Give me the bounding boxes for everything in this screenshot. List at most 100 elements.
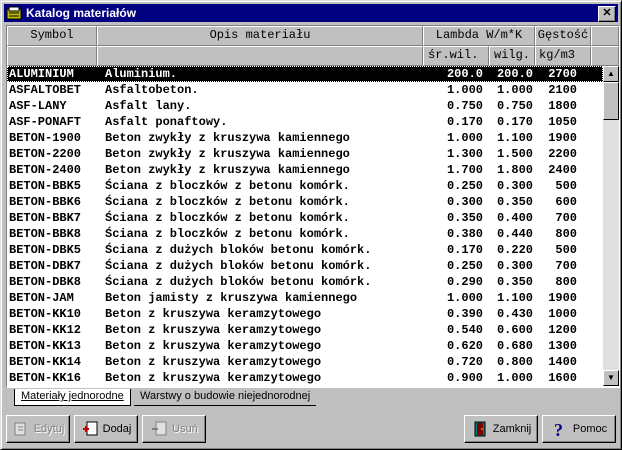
materials-grid[interactable]: Symbol Opis materiału Lambda W/m*K Gęsto…	[6, 25, 620, 388]
table-row[interactable]: ALUMINIUM Aluminium. 200.0 200.0 2700	[7, 66, 603, 82]
subheader-symbol	[7, 46, 97, 66]
table-row[interactable]: ASFALTOBET Asfaltobeton. 1.000 1.000 2100	[7, 82, 603, 98]
door-icon	[474, 421, 486, 437]
cell-lambda-sr: 0.620	[446, 339, 483, 353]
delete-label: Usuń	[172, 423, 198, 435]
cell-lambda-sr: 0.350	[446, 211, 483, 225]
scroll-thumb[interactable]	[603, 82, 619, 120]
cell-lambda-sr: 0.540	[446, 323, 483, 337]
cell-symbol: BETON-BBK7	[9, 211, 82, 225]
cell-gestosc: 700	[555, 259, 577, 273]
cell-gestosc: 2400	[548, 163, 577, 177]
table-row[interactable]: BETON-KK16 Beton z kruszywa keramzytowego…	[7, 370, 603, 386]
cell-symbol: ASF-LANY	[9, 99, 67, 113]
cell-opis: Aluminium.	[105, 67, 178, 81]
cell-lambda-wilg: 0.600	[496, 323, 533, 337]
cell-lambda-sr: 0.250	[446, 259, 483, 273]
cell-gestosc: 2100	[548, 83, 577, 97]
cell-lambda-sr: 1.000	[446, 291, 483, 305]
table-row[interactable]: BETON-KK14 Beton z kruszywa keramzytowego…	[7, 354, 603, 370]
table-row[interactable]: BETON-KK12 Beton z kruszywa keramzytowego…	[7, 322, 603, 338]
column-header-opis[interactable]: Opis materiału	[97, 26, 423, 46]
table-row[interactable]: BETON-BBK7 Ściana z bloczków z betonu kom…	[7, 210, 603, 226]
cell-lambda-wilg: 0.400	[496, 211, 533, 225]
table-row[interactable]: BETON-2200 Beton zwykły z kruszywa kamien…	[7, 146, 603, 162]
subheader-gestosc-unit: kg/m3	[535, 46, 591, 66]
cell-symbol: BETON-BBK5	[9, 179, 82, 193]
cell-opis: Beton z kruszywa keramzytowego	[105, 307, 322, 321]
edit-icon	[14, 422, 26, 436]
cell-symbol: BETON-KK16	[9, 371, 82, 385]
cell-lambda-sr: 0.380	[446, 227, 483, 241]
cell-symbol: BETON-KK10	[9, 307, 82, 321]
cell-opis: Ściana z bloczków z betonu komórk.	[105, 227, 350, 241]
close-label: Zamknij	[492, 423, 532, 435]
cell-lambda-sr: 0.390	[446, 307, 483, 321]
subheader-lambda-sr: śr.wil.	[423, 46, 489, 66]
cell-gestosc: 500	[555, 243, 577, 257]
cell-symbol: ALUMINIUM	[9, 67, 74, 81]
delete-button[interactable]: Usuń	[142, 415, 206, 443]
scroll-down-button[interactable]: ▼	[603, 370, 619, 386]
title-bar[interactable]: Katalog materiałów ✕	[4, 4, 618, 22]
table-row[interactable]: BETON-DBK8 Ściana z dużych bloków betonu …	[7, 274, 603, 290]
cell-lambda-wilg: 0.800	[496, 355, 533, 369]
table-row[interactable]: BETON-BBK8 Ściana z bloczków z betonu kom…	[7, 226, 603, 242]
cell-lambda-wilg: 0.430	[496, 307, 533, 321]
cell-lambda-sr: 1.000	[446, 83, 483, 97]
cell-gestosc: 800	[555, 227, 577, 241]
cell-lambda-sr: 0.170	[446, 115, 483, 129]
cell-gestosc: 800	[555, 275, 577, 289]
table-row[interactable]: BETON-KK13 Beton z kruszywa keramzytowego…	[7, 338, 603, 354]
vertical-scrollbar[interactable]: ▲ ▼	[603, 66, 619, 386]
tab-materialy-jednorodne[interactable]: Materiały jednorodne	[14, 389, 131, 406]
edit-button[interactable]: Edytuj	[6, 415, 70, 443]
cell-symbol: ASF-PONAFT	[9, 115, 82, 129]
column-header-lambda[interactable]: Lambda W/m*K	[423, 26, 535, 46]
cell-symbol: ASFALTOBET	[9, 83, 82, 97]
table-row[interactable]: ASF-LANY Asfalt lany. 0.750 0.750 1800	[7, 98, 603, 114]
scroll-up-button[interactable]: ▲	[603, 66, 619, 82]
cell-opis: Asfaltobeton.	[105, 83, 199, 97]
cell-opis: Ściana z dużych bloków betonu komórk.	[105, 259, 372, 273]
cell-opis: Beton zwykły z kruszywa kamiennego	[105, 131, 350, 145]
cell-lambda-sr: 0.900	[446, 371, 483, 385]
cell-opis: Beton jamisty z kruszywa kamiennego	[105, 291, 358, 305]
tab-warstwy-niejednorodne[interactable]: Warstwy o budowie niejednorodnej	[134, 389, 317, 406]
column-header-symbol[interactable]: Symbol	[7, 26, 97, 46]
add-label: Dodaj	[102, 423, 132, 435]
cell-opis: Beton z kruszywa keramzytowego	[105, 371, 322, 385]
table-row[interactable]: BETON-DBK5 Ściana z dużych bloków betonu …	[7, 242, 603, 258]
close-window-button[interactable]: ✕	[598, 6, 616, 22]
cell-lambda-sr: 0.250	[446, 179, 483, 193]
table-row[interactable]: ASF-PONAFT Asfalt ponaftowy. 0.170 0.170 105…	[7, 114, 603, 130]
add-button[interactable]: Dodaj	[74, 415, 138, 443]
cell-symbol: BETON-DBK8	[9, 275, 82, 289]
column-header-gestosc[interactable]: Gęstość	[535, 26, 591, 46]
cell-opis: Beton z kruszywa keramzytowego	[105, 355, 322, 369]
table-row[interactable]: BETON-JAM Beton jamisty z kruszywa kamien…	[7, 290, 603, 306]
cell-lambda-wilg: 1.800	[496, 163, 533, 177]
cell-opis: Ściana z dużych bloków betonu komórk.	[105, 275, 372, 289]
cell-opis: Beton z kruszywa keramzytowego	[105, 339, 322, 353]
table-row[interactable]: BETON-DBK7 Ściana z dużych bloków betonu …	[7, 258, 603, 274]
cell-symbol: BETON-BBK6	[9, 195, 82, 209]
table-row[interactable]: BETON-BBK5 Ściana z bloczków z betonu kom…	[7, 178, 603, 194]
table-row[interactable]: BETON-BBK6 Ściana z bloczków z betonu kom…	[7, 194, 603, 210]
cell-gestosc: 1000	[548, 307, 577, 321]
table-row[interactable]: BETON-2400 Beton zwykły z kruszywa kamien…	[7, 162, 603, 178]
cell-gestosc: 1900	[548, 291, 577, 305]
tab-label: Warstwy o budowie niejednorodnej	[140, 390, 311, 402]
cell-gestosc: 1800	[548, 99, 577, 113]
table-row[interactable]: BETON-1900 Beton zwykły z kruszywa kamien…	[7, 130, 603, 146]
cell-gestosc: 1400	[548, 355, 577, 369]
window-title: Katalog materiałów	[26, 6, 137, 20]
cell-lambda-wilg: 0.750	[496, 99, 533, 113]
close-button[interactable]: Zamknij	[464, 415, 538, 443]
cell-opis: Asfalt ponaftowy.	[105, 115, 228, 129]
column-header-blank	[591, 26, 619, 46]
table-row[interactable]: BETON-KK10 Beton z kruszywa keramzytowego…	[7, 306, 603, 322]
catalog-window: Katalog materiałów ✕ Symbol Opis materia…	[0, 0, 622, 450]
help-button[interactable]: ? Pomoc	[542, 415, 616, 443]
catalog-icon	[6, 6, 22, 20]
